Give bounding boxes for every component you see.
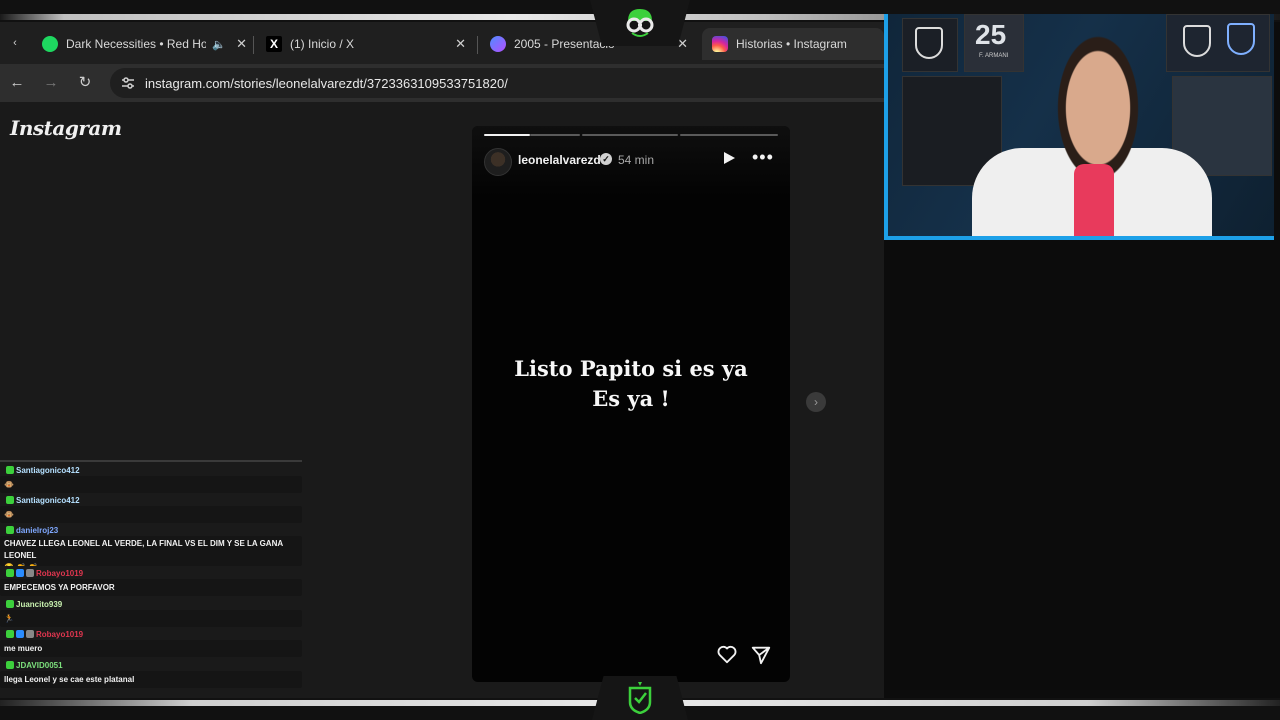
tab-scroll-left-icon[interactable]: ‹: [6, 34, 24, 52]
club-crest-poster: [902, 18, 958, 72]
sub-badge-icon: [6, 496, 14, 504]
real-madrid-crest-icon: [1183, 25, 1211, 57]
forward-arrow-icon[interactable]: →: [42, 74, 60, 92]
emote-icon: 🏃: [4, 614, 14, 623]
sub-badge-icon: [6, 526, 14, 534]
tab-x[interactable]: X (1) Inicio / X ✕: [266, 28, 472, 60]
tab-title: 2005 - Presentació: [514, 37, 615, 51]
chat-text: CHAVEZ LLEGA LEONEL AL VERDE, LA FINAL V…: [4, 539, 283, 560]
tab-instagram[interactable]: Historias • Instagram: [702, 28, 884, 60]
chat-text: llega Leonel y se cae este platanal: [4, 675, 135, 684]
streamer-glasses-icon: [626, 9, 654, 37]
stream-chat: Santiagonico412 🐵 Santiagonico412 🐵 dani…: [0, 460, 302, 688]
chat-text: me muero: [4, 644, 43, 653]
story-progress-segment: [680, 134, 778, 136]
browser-toolbar: ← → ↻ instagram.com/stories/leonelalvare…: [0, 64, 900, 102]
chat-username[interactable]: Robayo1019: [36, 630, 83, 639]
spotify-icon: [42, 36, 58, 52]
site-info-icon[interactable]: [120, 75, 136, 91]
emote-icon: 😂 👏 👏: [4, 563, 38, 566]
chat-username[interactable]: Robayo1019: [36, 569, 83, 578]
sub-badge-icon: [6, 600, 14, 608]
like-heart-icon[interactable]: [716, 643, 738, 665]
chat-username[interactable]: Santiagonico412: [16, 496, 80, 505]
url-text[interactable]: instagram.com/stories/leonelalvarezdt/37…: [145, 76, 508, 91]
x-icon: X: [266, 36, 282, 52]
chat-username[interactable]: Santiagonico412: [16, 466, 80, 475]
more-options-icon[interactable]: •••: [752, 147, 774, 168]
jersey-caption: F. ARMANI: [979, 53, 1009, 59]
share-send-icon[interactable]: [750, 644, 772, 666]
story-progress-segment: [484, 134, 530, 136]
jersey-number: 25: [975, 19, 1007, 50]
sub-badge-icon: [6, 661, 14, 669]
speaker-icon[interactable]: 🔈: [212, 38, 226, 51]
emote-icon: 🐵: [4, 480, 14, 489]
bonfire-icon: [490, 36, 506, 52]
story-progress-segment: [582, 134, 678, 136]
close-tab-icon[interactable]: ✕: [236, 36, 247, 52]
chat-text: EMPECEMOS YA PORFAVOR: [4, 583, 115, 592]
emote-icon: 🐵: [4, 510, 14, 519]
story-progress-segment: [530, 134, 580, 136]
bits-badge-icon: [26, 630, 34, 638]
story-caption-line: Listo Papito si es ya: [514, 356, 748, 381]
sub-badge-icon: [6, 630, 14, 638]
tab-title: (1) Inicio / X: [290, 37, 355, 51]
instagram-logo[interactable]: Instagram: [10, 116, 122, 140]
story-caption-line: Es ya !: [592, 386, 670, 411]
next-story-arrow-icon[interactable]: ›: [806, 392, 826, 412]
shield-check-icon: [628, 682, 652, 714]
story-timestamp: 54 min: [618, 153, 655, 167]
tab-spotify[interactable]: Dark Necessities • Red Hot 🔈 ✕: [42, 28, 247, 60]
jersey-poster: 25 F. ARMANI: [964, 14, 1024, 72]
reload-icon[interactable]: ↻: [76, 74, 94, 92]
story-caption: Listo Papito si es ya Es ya !: [472, 354, 790, 414]
sub-badge-icon: [6, 466, 14, 474]
channel-logo-top: [590, 0, 690, 46]
club-crest-icon: [915, 27, 943, 59]
chat-username[interactable]: JDAVID0051: [16, 661, 63, 670]
sub-badge-icon: [6, 569, 14, 577]
play-icon[interactable]: [724, 152, 735, 164]
verified-badge-icon: ✓: [600, 153, 612, 165]
jersey-nine-icon: [1227, 23, 1255, 55]
real-madrid-poster: [1166, 14, 1270, 72]
close-tab-icon[interactable]: ✕: [455, 36, 466, 52]
chat-username[interactable]: danielroj23: [16, 526, 58, 535]
story-avatar[interactable]: [484, 148, 512, 176]
stream-scene: ‹ Dark Necessities • Red Hot 🔈 ✕ X (1) I…: [0, 0, 1280, 720]
microphone: [1074, 164, 1114, 236]
address-bar[interactable]: instagram.com/stories/leonelalvarezdt/37…: [110, 68, 900, 98]
story-viewer[interactable]: leonelalvarezdt ✓ 54 min ••• Listo Papit…: [472, 126, 790, 682]
bits-badge-icon: [26, 569, 34, 577]
prime-badge-icon: [16, 630, 24, 638]
tab-title: Historias • Instagram: [736, 37, 847, 51]
chat-username[interactable]: Juancito939: [16, 600, 62, 609]
tab-title: Dark Necessities • Red Hot: [66, 37, 206, 51]
webcam-feed: 25 F. ARMANI: [884, 14, 1274, 240]
instagram-icon: [712, 36, 728, 52]
back-arrow-icon[interactable]: ←: [8, 74, 26, 92]
browser-tab-strip: ‹ Dark Necessities • Red Hot 🔈 ✕ X (1) I…: [0, 22, 884, 64]
prime-badge-icon: [16, 569, 24, 577]
story-username[interactable]: leonelalvarezdt: [518, 153, 605, 167]
channel-logo-bottom: [592, 676, 688, 720]
